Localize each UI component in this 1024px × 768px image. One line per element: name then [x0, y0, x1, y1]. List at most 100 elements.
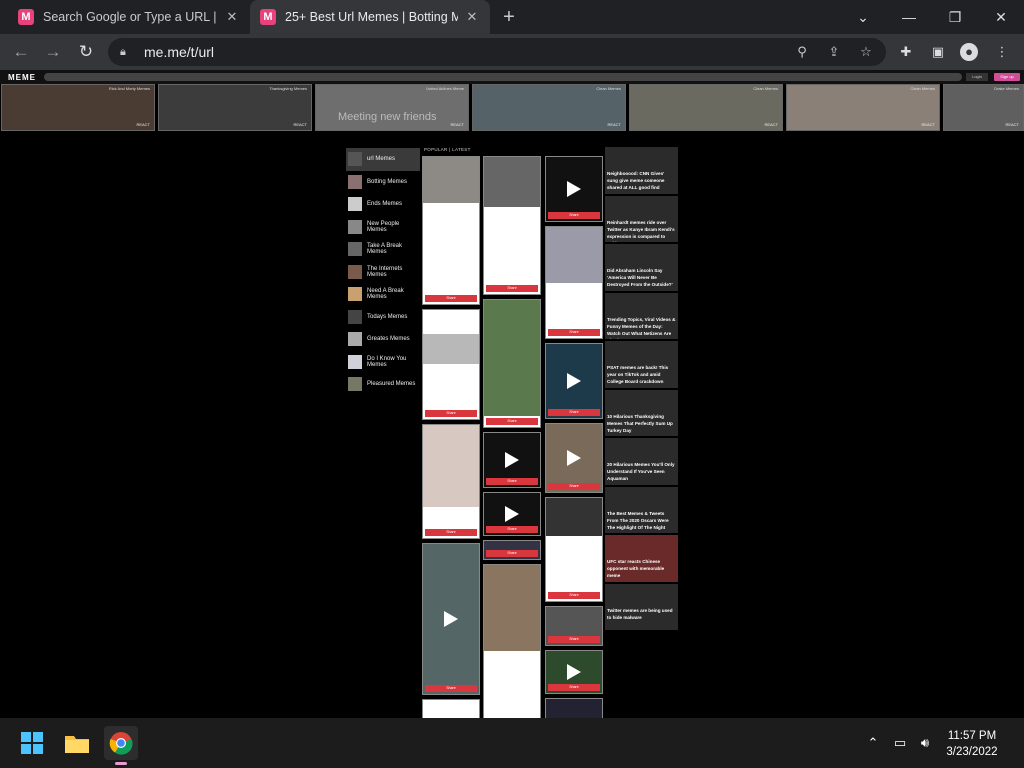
chrome-icon[interactable]: [104, 726, 138, 765]
lock-icon[interactable]: 🔒︎: [120, 46, 134, 59]
file-explorer-icon[interactable]: [60, 726, 94, 760]
site-search-input[interactable]: [44, 73, 962, 81]
trending-card[interactable]: Drake Memes REACT: [943, 84, 1024, 131]
share-button[interactable]: Share: [486, 478, 538, 485]
meme-card[interactable]: Share: [483, 540, 541, 560]
close-tab-icon[interactable]: ✕: [464, 9, 480, 25]
news-article-link[interactable]: Twitter memes are being used to hide mal…: [605, 583, 678, 632]
related-tag-item[interactable]: Botting Memes: [346, 171, 420, 194]
trending-card[interactable]: Clean Memes REACT: [472, 84, 626, 131]
meme-card[interactable]: Share: [422, 543, 480, 695]
chevron-up-icon[interactable]: ⌃: [864, 734, 882, 752]
share-button[interactable]: Share: [548, 592, 600, 599]
tab-url-memes[interactable]: M 25+ Best Url Memes | Botting Me ✕: [250, 0, 490, 34]
meme-card[interactable]: Share: [483, 156, 541, 295]
meme-card[interactable]: Share: [545, 226, 603, 339]
share-button[interactable]: Share: [486, 418, 538, 425]
news-article-link[interactable]: Trending Topics, Viral Videos & Funny Me…: [605, 292, 678, 341]
site-logo[interactable]: MEME: [8, 73, 36, 82]
tab-google-search[interactable]: M Search Google or Type a URL | Go ✕: [8, 0, 250, 34]
close-window-icon[interactable]: ✕: [978, 0, 1024, 34]
related-tag-item[interactable]: Do I Know You Memes: [346, 351, 420, 374]
related-tag-item[interactable]: The Internets Memes: [346, 261, 420, 284]
news-article-link[interactable]: Reinhardt memes ride over Twitter as Kan…: [605, 195, 678, 244]
address-bar[interactable]: 🔒︎ me.me/t/url ⚲ ⇪ ☆: [108, 38, 886, 66]
play-icon[interactable]: [505, 452, 519, 468]
new-tab-button[interactable]: +: [498, 6, 520, 28]
news-article-link[interactable]: Did Abraham Lincoln Say 'America Will Ne…: [605, 244, 678, 293]
side-panel-icon[interactable]: ▣: [929, 43, 947, 61]
news-article-link[interactable]: The Best Memes & Tweets From The 2020 Os…: [605, 486, 678, 535]
restore-icon[interactable]: ❐: [932, 0, 978, 34]
taskbar-clock[interactable]: 11:57 PM 3/23/2022: [936, 728, 1008, 760]
share-button[interactable]: Share: [425, 685, 477, 692]
related-tag-item[interactable]: url Memes: [346, 148, 420, 171]
reload-icon[interactable]: ↻: [73, 39, 99, 65]
news-article-link[interactable]: UFC star reacts Chinese opponent with me…: [605, 535, 678, 584]
network-icon[interactable]: ▭: [891, 734, 909, 752]
meme-card[interactable]: Share: [422, 309, 480, 420]
related-tag-item[interactable]: Todays Memes: [346, 306, 420, 329]
meme-card[interactable]: Share: [483, 492, 541, 536]
meme-card[interactable]: Share: [545, 423, 603, 493]
play-icon[interactable]: [505, 506, 519, 522]
related-tag-item[interactable]: New People Memes: [346, 216, 420, 239]
meme-card[interactable]: Share: [545, 606, 603, 646]
news-article-link[interactable]: Neighbooood: CNN Gives' sung give meme s…: [605, 147, 678, 196]
trending-card[interactable]: United Airlines Meme Meeting new friends…: [315, 84, 469, 131]
close-tab-icon[interactable]: ✕: [224, 9, 240, 25]
back-arrow-icon[interactable]: ←: [8, 39, 34, 65]
minimize-icon[interactable]: —: [886, 0, 932, 34]
meme-card[interactable]: Share: [545, 343, 603, 419]
zoom-icon[interactable]: ⚲: [793, 43, 811, 61]
meme-card[interactable]: Share: [483, 299, 541, 428]
play-icon[interactable]: [567, 450, 581, 466]
url-text[interactable]: me.me/t/url: [144, 44, 214, 60]
meme-card[interactable]: Share: [545, 156, 603, 222]
trending-card[interactable]: Clean Memes REACT: [629, 84, 783, 131]
sort-tabs[interactable]: POPULAR | LATEST: [424, 147, 471, 152]
trending-card[interactable]: Clean Memes REACT: [786, 84, 940, 131]
play-icon[interactable]: [567, 181, 581, 197]
related-tag-item[interactable]: Pleasured Memes: [346, 373, 420, 396]
meme-card[interactable]: [422, 699, 480, 718]
share-button[interactable]: Share: [486, 550, 538, 557]
meme-card[interactable]: [545, 698, 603, 718]
tab-search-chevron-down-icon[interactable]: ⌄: [840, 0, 886, 34]
meme-card[interactable]: Share: [422, 156, 480, 305]
news-article-link[interactable]: PSAT memes are back! This year on TikTok…: [605, 341, 678, 390]
meme-card[interactable]: Share: [545, 650, 603, 694]
play-icon[interactable]: [444, 611, 458, 627]
share-button[interactable]: Share: [548, 483, 600, 490]
windows-start-icon[interactable]: [15, 726, 49, 760]
share-button[interactable]: Share: [548, 636, 600, 643]
extensions-puzzle-icon[interactable]: ✚: [897, 43, 915, 61]
related-tag-item[interactable]: Ends Memes: [346, 193, 420, 216]
share-button[interactable]: Share: [425, 529, 477, 536]
forward-arrow-icon[interactable]: →: [40, 39, 66, 65]
volume-icon[interactable]: 🔊︎: [916, 734, 934, 752]
meme-card[interactable]: [483, 564, 541, 718]
share-icon[interactable]: ⇪: [825, 43, 843, 61]
trending-card[interactable]: Thanksgiving Memes REACT: [158, 84, 312, 131]
related-tag-item[interactable]: Greates Memes: [346, 328, 420, 351]
meme-card[interactable]: Share: [545, 497, 603, 602]
play-icon[interactable]: [567, 664, 581, 680]
share-button[interactable]: Share: [486, 285, 538, 292]
news-article-link[interactable]: 10 Hilarious Thanksgiving Memes That Per…: [605, 389, 678, 438]
trending-card[interactable]: Rick And Morty Memes REACT: [1, 84, 155, 131]
share-button[interactable]: Share: [425, 410, 477, 417]
share-button[interactable]: Share: [425, 295, 477, 302]
bookmark-star-icon[interactable]: ☆: [857, 43, 875, 61]
login-button[interactable]: Login: [966, 73, 988, 81]
share-button[interactable]: Share: [548, 212, 600, 219]
share-button[interactable]: Share: [486, 526, 538, 533]
meme-card[interactable]: Share: [422, 424, 480, 539]
related-tag-item[interactable]: Need A Break Memes: [346, 283, 420, 306]
signup-button[interactable]: Sign up: [994, 73, 1020, 81]
profile-avatar-icon[interactable]: ●: [960, 43, 978, 61]
menu-kebab-icon[interactable]: ⋮: [993, 43, 1011, 61]
related-tag-item[interactable]: Take A Break Memes: [346, 238, 420, 261]
share-button[interactable]: Share: [548, 684, 600, 691]
play-icon[interactable]: [567, 373, 581, 389]
